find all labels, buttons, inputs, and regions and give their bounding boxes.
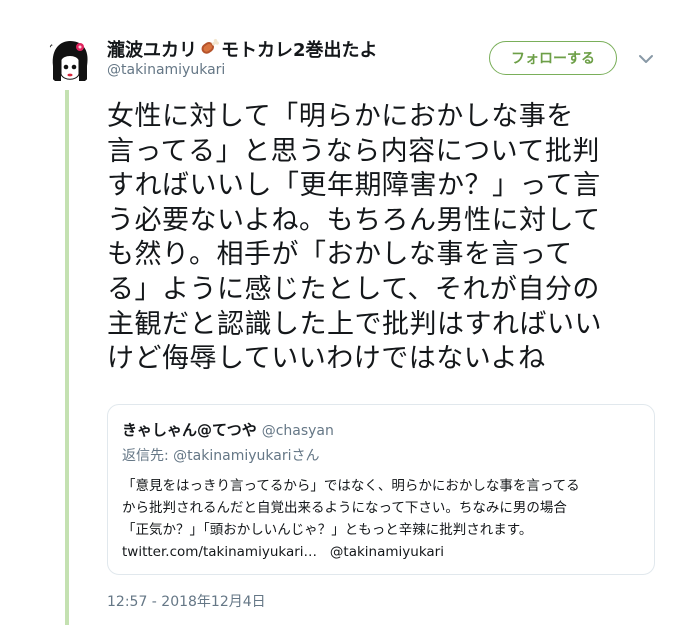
meat-on-bone-icon	[198, 37, 220, 62]
quoted-author[interactable]: きゃしゃん@てつや @chasyan	[122, 419, 334, 440]
quoted-author-name: きゃしゃん@てつや	[122, 421, 257, 439]
quoted-tweet-card[interactable]: きゃしゃん@てつや @chasyan 返信先: @takinamiyukariさん…	[107, 404, 655, 575]
chevron-down-icon[interactable]	[636, 49, 656, 69]
reply-mention[interactable]: @takinamiyukari	[173, 448, 291, 464]
thread-line	[65, 90, 69, 625]
quoted-body: 「意見をはっきり言ってるから」ではなく、明らかにおかしな事を言ってる から批判さ…	[122, 475, 647, 563]
reply-prefix: 返信先:	[122, 448, 174, 464]
follow-button[interactable]: フォローする	[489, 41, 617, 75]
user-display-name[interactable]: 瀧波ユカリ モトカレ2巻出たよ	[107, 36, 378, 62]
quoted-link[interactable]: twitter.com/takinamiyukari…	[122, 544, 317, 560]
tweet-text: 女性に対して「明らかにおかしな事を 言ってる」と思うなら内容について批判 すれば…	[107, 101, 602, 375]
reply-suffix: さん	[291, 448, 320, 464]
svg-text:✦: ✦	[47, 41, 54, 50]
user-handle[interactable]: @takinamiyukari	[107, 62, 225, 78]
display-name-suffix: モトカレ2巻出たよ	[221, 40, 378, 61]
quoted-mention[interactable]: @takinamiyukari	[330, 544, 444, 560]
avatar[interactable]: ✦	[45, 36, 95, 86]
display-name-text: 瀧波ユカリ	[107, 40, 197, 61]
quoted-author-handle: @chasyan	[261, 423, 334, 439]
tweet-timestamp[interactable]: 12:57 - 2018年12月4日	[107, 591, 266, 611]
quoted-reply-to: 返信先: @takinamiyukariさん	[122, 445, 319, 465]
quoted-body-text: 「意見をはっきり言ってるから」ではなく、明らかにおかしな事を言ってる から批判さ…	[122, 478, 580, 538]
